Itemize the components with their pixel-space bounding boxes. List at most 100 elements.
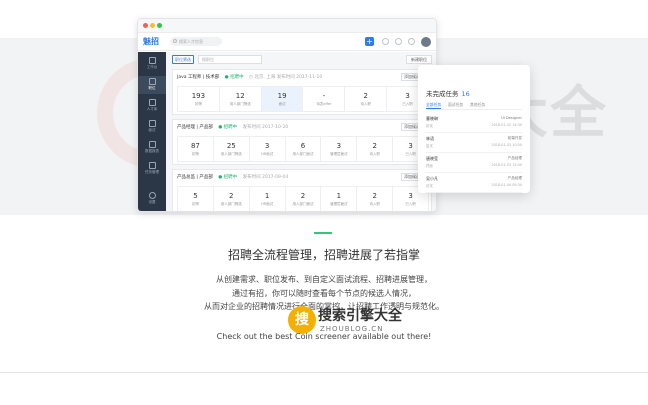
workbench-icon [148, 57, 156, 64]
checklist-icon [148, 162, 156, 169]
job-meta: 发布时间 2017-10-20 [242, 125, 289, 130]
filter-button[interactable]: 职位筛选 [172, 55, 194, 64]
app-logo[interactable]: 魅招 [143, 36, 159, 47]
job-title[interactable]: 产品经理 | 产品部 [177, 125, 213, 130]
task-role: 前端开发 [507, 136, 522, 140]
stat-label: 管理层面试 [330, 202, 348, 206]
status-badge: ● 招聘中 [218, 125, 238, 130]
stat-value: 3 [264, 142, 270, 150]
sidebar-item-label: 设置 [148, 200, 156, 204]
sidebar-item-label: 职位 [148, 86, 156, 90]
stat-label: 待入职 [360, 102, 371, 106]
new-job-button[interactable]: 新建职位 [406, 55, 432, 64]
stat-cell[interactable]: 12 用人部门筛选 [220, 87, 262, 111]
job-header: 产品经理 | 产品部 ● 招聘中 发布时间 2017-10-20 [177, 124, 288, 130]
stat-value: 2 [372, 142, 377, 150]
job-meta: 发布时间 2017-09-04 [242, 175, 289, 180]
filter-bar: 职位筛选 搜职位 新建职位 [172, 55, 432, 65]
job-search-input[interactable]: 搜职位 [198, 55, 262, 64]
briefcase-icon [148, 78, 156, 85]
stat-label: 用人部门面试 [292, 152, 314, 156]
minimize-dot-icon[interactable] [150, 23, 155, 28]
sidebar-item-settings[interactable]: 设置 [138, 190, 166, 208]
stat-value: 2 [363, 92, 368, 100]
tab-other-tasks[interactable]: 其他任务 [470, 102, 485, 108]
gear-icon[interactable] [395, 38, 402, 45]
task-name: 吴小凡 [426, 176, 438, 181]
job-card[interactable]: 产品总监 | 产品部 ● 招聘中 发布时间 2017-09-04 添加候选人 5… [172, 169, 432, 211]
list-item[interactable]: 曹晓琳 UI Designer 初试 2018-01-02 14:30 [426, 113, 522, 133]
stat-cell-selected[interactable]: 19 面试 [261, 87, 304, 111]
status-badge: ● 招聘中 [218, 175, 238, 180]
sidebar-item-interview[interactable]: 面试 [138, 118, 166, 136]
stat-value: 12 [235, 92, 245, 100]
stat-label: 已入职 [405, 202, 416, 206]
stat-cell[interactable]: 2 用人部门面试 [286, 187, 322, 211]
stat-cell[interactable]: 5 初筛 [178, 187, 214, 211]
stat-label: 用人部门筛选 [229, 102, 251, 106]
stat-value: 25 [226, 142, 236, 150]
stat-cell[interactable]: 2 待入职 [345, 87, 388, 111]
sidebar-item-tasks[interactable]: 任务管理 [138, 160, 166, 178]
close-dot-icon[interactable] [143, 23, 148, 28]
search-icon [173, 39, 177, 43]
job-card[interactable]: Java 工程师 | 技术部 ● 招聘中 ◷ 北京, 上海 发布时间 2017-… [172, 69, 432, 115]
accent-divider [314, 232, 332, 234]
stat-cell[interactable]: 2 待入职 [357, 137, 394, 161]
chat-icon [148, 120, 156, 127]
stat-value: 3 [408, 192, 413, 200]
stat-cell[interactable]: 3 管理层面试 [321, 137, 358, 161]
stat-cell[interactable]: 1 HR面试 [250, 187, 286, 211]
stat-value: 6 [300, 142, 306, 150]
stat-cell[interactable]: 87 初筛 [178, 137, 214, 161]
help-icon[interactable] [408, 38, 415, 45]
task-stage: 初试 [426, 184, 433, 188]
top-search-input[interactable]: 搜索人才信息 [170, 37, 222, 46]
pipeline-stats: 87 初筛 25 用人部门筛选 3 HR面试 6 用人部门面试 3 管理层面试 2 待入职 … [177, 136, 429, 162]
sidebar-item-reports[interactable]: 数据报表 [138, 139, 166, 157]
gear-icon [148, 192, 156, 199]
pipeline-stats: 5 初筛 2 用人部门筛选 1 HR面试 2 用人部门面试 1 管理层面试 2 待入职 3 已… [177, 186, 429, 211]
description-line: 通过有招，你可以随时查看每个节点的候选人情况， [232, 288, 416, 298]
list-item[interactable]: 唐晓莹 产品经理 终面 2018-01-03 15:00 [426, 153, 522, 173]
main-content: 职位筛选 搜职位 新建职位 Java 工程师 | 技术部 ● 招聘中 ◷ 北京,… [166, 52, 436, 211]
stat-cell[interactable]: - 待发offer [303, 87, 346, 111]
footer-divider [0, 372, 648, 373]
job-card[interactable]: 产品经理 | 产品部 ● 招聘中 发布时间 2017-10-20 添加候选人 8… [172, 119, 432, 165]
stat-cell[interactable]: 2 待入职 [357, 187, 394, 211]
sidebar-item-workbench[interactable]: 工作台 [138, 55, 166, 73]
sidebar-item-talent[interactable]: 人才库 [138, 97, 166, 115]
list-item[interactable]: 吴小凡 产品经理 初试 2018-01-04 09:30 [426, 173, 522, 193]
task-time: 2018-01-02 14:30 [491, 123, 522, 127]
stat-value: 1 [336, 192, 342, 200]
maximize-dot-icon[interactable] [157, 23, 162, 28]
section-description: 从创建需求、职位发布、到自定义面试流程、招聘进展管理， 通过有招，你可以随时查看… [0, 273, 648, 314]
stat-cell[interactable]: 2 用人部门筛选 [214, 187, 250, 211]
panel-tabs: 全部任务 面试任务 其他任务 [426, 102, 522, 110]
job-title[interactable]: 产品总监 | 产品部 [177, 175, 213, 180]
stat-label: 用人部门筛选 [220, 152, 242, 156]
pipeline-stats: 193 初筛 12 用人部门筛选 19 面试 - 待发offer 2 待入职 3 已入职 [177, 86, 429, 112]
stat-cell[interactable]: 3 HR面试 [250, 137, 286, 161]
stat-label: 管理层面试 [330, 152, 348, 156]
stat-cell[interactable]: 25 用人部门筛选 [214, 137, 250, 161]
sidebar-item-jobs[interactable]: 职位 [138, 76, 166, 94]
stat-cell[interactable]: 1 管理层面试 [321, 187, 358, 211]
list-item[interactable]: 林语 前端开发 复试 2018-01-03 10:00 [426, 133, 522, 153]
sidebar-item-label: 面试 [148, 128, 156, 132]
window-titlebar [138, 19, 436, 33]
tab-interview-tasks[interactable]: 面试任务 [448, 102, 463, 108]
avatar[interactable] [421, 37, 431, 47]
stat-value: - [322, 92, 326, 100]
job-title[interactable]: Java 工程师 | 技术部 [177, 75, 219, 80]
task-stage: 终面 [426, 164, 433, 168]
create-button[interactable]: + [365, 37, 374, 46]
stat-value: 2 [372, 192, 377, 200]
bell-icon[interactable] [382, 38, 389, 45]
panel-title: 未完成任务 16 [426, 88, 470, 98]
stat-cell[interactable]: 193 初筛 [178, 87, 220, 111]
task-name: 曹晓琳 [426, 116, 438, 121]
stat-cell[interactable]: 6 用人部门面试 [286, 137, 322, 161]
tab-all-tasks[interactable]: 全部任务 [426, 102, 442, 109]
stat-value: 5 [193, 192, 198, 200]
